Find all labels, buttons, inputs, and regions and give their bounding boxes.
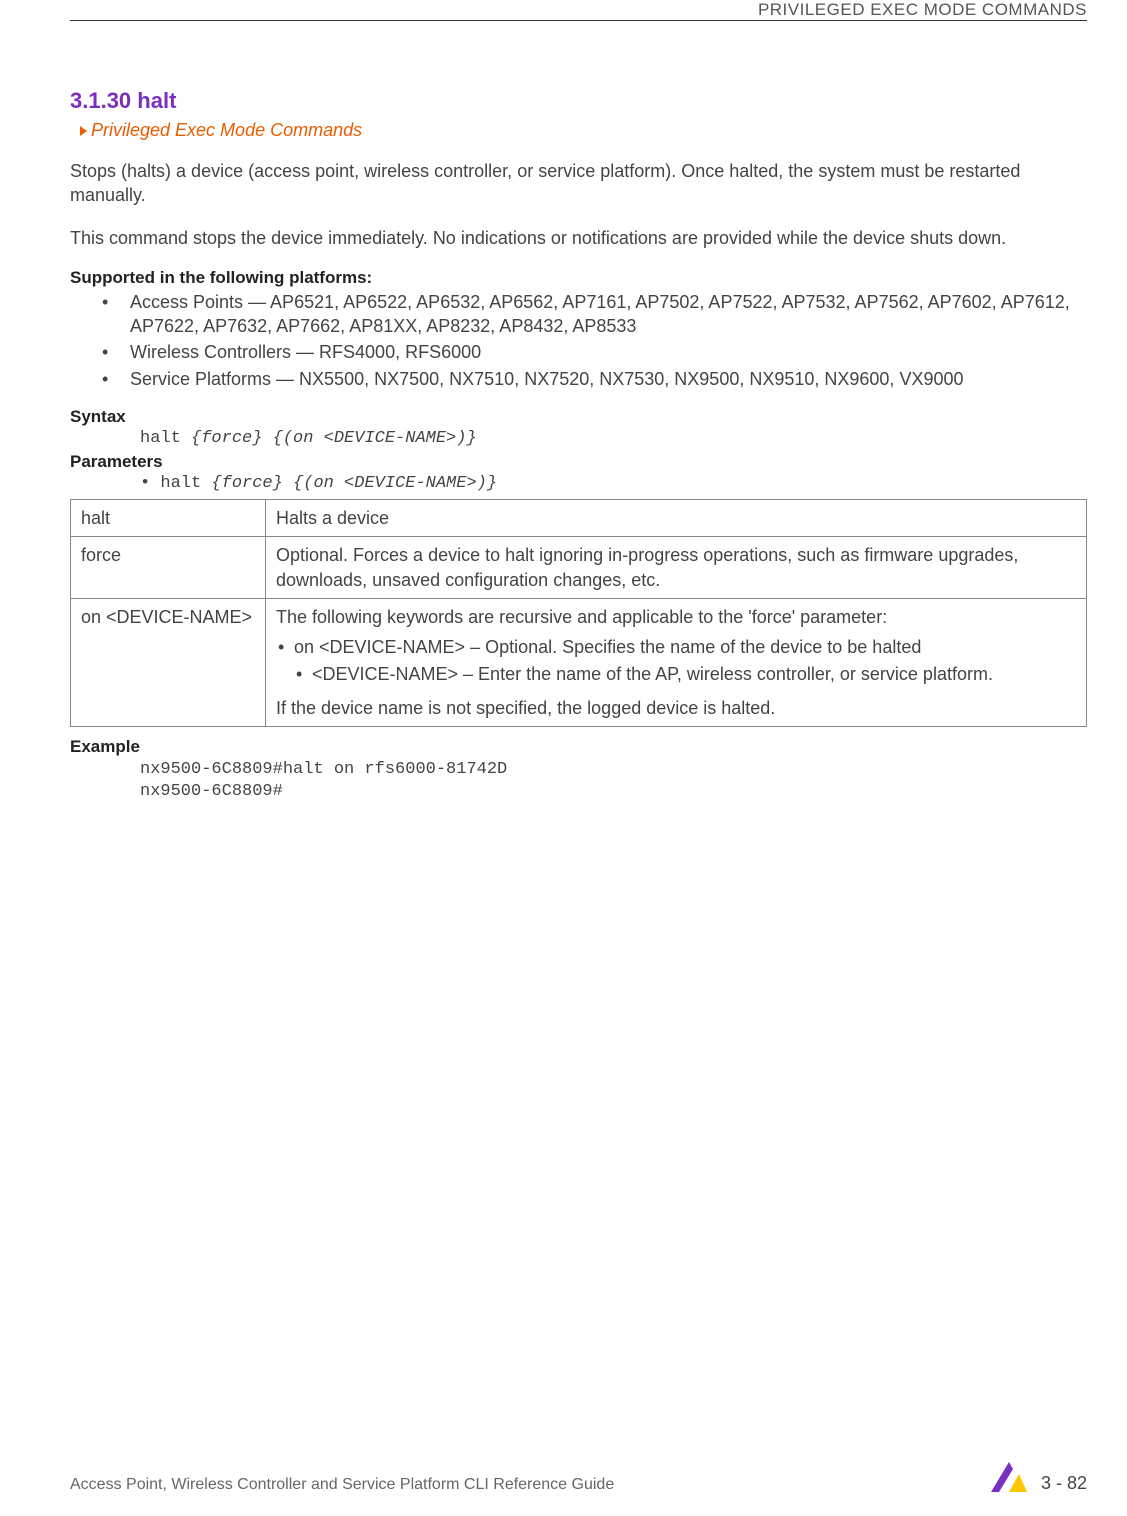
breadcrumb-link[interactable]: Privileged Exec Mode Commands [80,120,1087,141]
paragraph-2: This command stops the device immediatel… [70,226,1087,250]
param-desc-cell: Halts a device [266,500,1087,537]
parameters-heading: Parameters [70,452,1087,472]
param-name-cell: on <DEVICE-NAME> [71,598,266,726]
param-desc-tail: If the device name is not specified, the… [276,696,1076,720]
brand-logo-icon [989,1454,1029,1494]
syntax-heading: Syntax [70,407,1087,427]
page-number: 3 - 82 [1041,1473,1087,1494]
table-row: halt Halts a device [71,500,1087,537]
param-sub-bullet: <DEVICE-NAME> – Enter the name of the AP… [276,662,1076,686]
footer-text: Access Point, Wireless Controller and Se… [70,1476,614,1494]
supported-heading: Supported in the following platforms: [70,268,1087,288]
table-row: force Optional. Forces a device to halt … [71,537,1087,599]
param-cmd: • halt [140,474,211,493]
main-content: 3.1.30 halt Privileged Exec Mode Command… [70,88,1087,803]
syntax-code: halt {force} {(on <DEVICE-NAME>)} [140,429,1087,448]
footer-right: 3 - 82 [989,1454,1087,1494]
header-title: PRIVILEGED EXEC MODE COMMANDS [750,0,1087,20]
param-desc-main: The following keywords are recursive and… [276,605,1076,629]
syntax-args: {force} {(on <DEVICE-NAME>)} [191,429,477,448]
param-args: {force} {(on <DEVICE-NAME>)} [211,474,497,493]
example-heading: Example [70,737,1087,757]
param-name-cell: force [71,537,266,599]
footer: Access Point, Wireless Controller and Se… [70,1454,1087,1494]
supported-item: Wireless Controllers — RFS4000, RFS6000 [70,340,1087,364]
table-row: on <DEVICE-NAME> The following keywords … [71,598,1087,726]
example-code: nx9500-6C8809#halt on rfs6000-81742D nx9… [140,759,1087,803]
syntax-cmd: halt [140,429,191,448]
supported-item: Service Platforms — NX5500, NX7500, NX75… [70,367,1087,391]
section-title: 3.1.30 halt [70,88,1087,114]
breadcrumb-text: Privileged Exec Mode Commands [91,120,362,141]
param-desc-cell: Optional. Forces a device to halt ignori… [266,537,1087,599]
parameters-code: • halt {force} {(on <DEVICE-NAME>)} [140,474,1087,493]
triangle-right-icon [80,126,87,136]
supported-item: Access Points — AP6521, AP6522, AP6532, … [70,290,1087,339]
supported-list: Access Points — AP6521, AP6522, AP6532, … [70,290,1087,391]
parameters-table: halt Halts a device force Optional. Forc… [70,499,1087,727]
param-desc-cell: The following keywords are recursive and… [266,598,1087,726]
paragraph-1: Stops (halts) a device (access point, wi… [70,159,1087,208]
param-name-cell: halt [71,500,266,537]
header-rule [70,20,1087,21]
param-bullet: on <DEVICE-NAME> – Optional. Specifies t… [276,635,1076,659]
